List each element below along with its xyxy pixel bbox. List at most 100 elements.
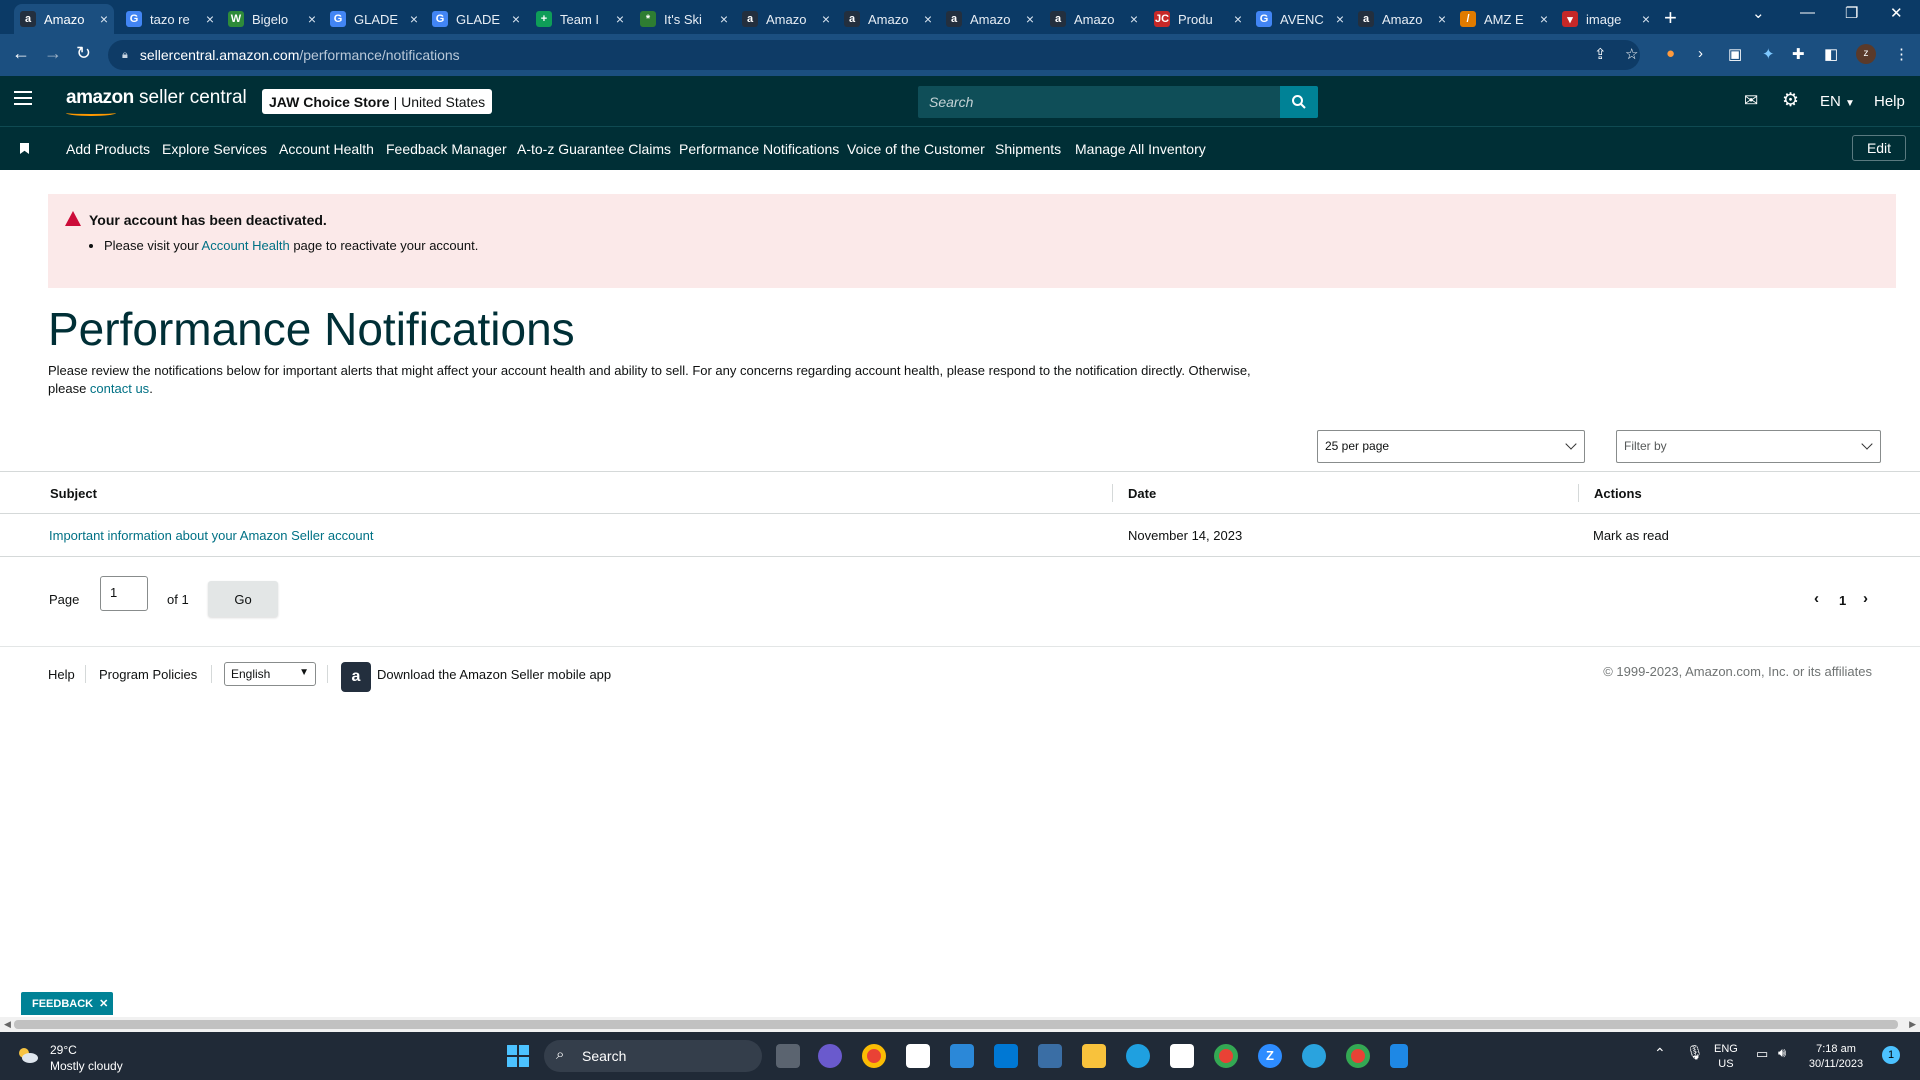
footer-help-link[interactable]: Help <box>48 667 75 682</box>
close-tab-icon[interactable]: × <box>1438 11 1446 27</box>
header-date[interactable]: Date <box>1128 486 1156 501</box>
current-page[interactable]: 1 <box>1839 593 1846 608</box>
extension-icon[interactable]: ✦ <box>1762 45 1775 63</box>
taskbar-search[interactable]: ⌕ Search <box>544 1040 762 1072</box>
language-indicator[interactable]: ENG US <box>1714 1042 1738 1072</box>
browser-tab[interactable]: a Amazo × <box>1044 4 1144 34</box>
chrome-icon[interactable] <box>1346 1044 1370 1068</box>
tab-search-icon[interactable]: ⌄ <box>1752 4 1765 22</box>
zoom-icon[interactable]: Z <box>1258 1044 1282 1068</box>
clock[interactable]: 7:18 am 30/11/2023 <box>1806 1042 1866 1072</box>
profile-avatar[interactable]: z <box>1856 44 1876 64</box>
close-tab-icon[interactable]: × <box>1026 11 1034 27</box>
store-icon[interactable] <box>950 1044 974 1068</box>
account-health-link[interactable]: Account Health <box>202 238 290 253</box>
new-tab-button[interactable]: + <box>1664 5 1677 31</box>
seller-app-icon[interactable]: a <box>341 662 371 692</box>
scrollbar-thumb[interactable] <box>14 1020 1898 1029</box>
browser-tab[interactable]: + Team I × <box>530 4 630 34</box>
nav-voice-of-customer[interactable]: Voice of the Customer <box>847 141 985 157</box>
close-tab-icon[interactable]: × <box>206 11 214 27</box>
nav-shipments[interactable]: Shipments <box>995 141 1061 157</box>
volume-icon[interactable]: 🔊︎ <box>1778 1045 1786 1060</box>
nav-explore-services[interactable]: Explore Services <box>162 141 267 157</box>
windows-start-icon[interactable] <box>506 1044 530 1068</box>
header-subject[interactable]: Subject <box>50 486 97 501</box>
close-tab-icon[interactable]: × <box>924 11 932 27</box>
hamburger-menu-icon[interactable] <box>14 91 32 109</box>
edit-nav-button[interactable]: Edit <box>1852 135 1906 161</box>
network-icon[interactable]: ▭ <box>1756 1046 1768 1061</box>
close-tab-icon[interactable]: × <box>512 11 520 27</box>
browser-tab[interactable]: G GLADE × <box>426 4 526 34</box>
telegram-icon[interactable] <box>1302 1044 1326 1068</box>
browser-tab[interactable]: G GLADE × <box>324 4 424 34</box>
browser-menu-icon[interactable]: ⋮ <box>1894 45 1909 63</box>
nav-manage-inventory[interactable]: Manage All Inventory <box>1075 141 1206 157</box>
reload-icon[interactable]: ↻ <box>76 43 91 64</box>
nav-account-health[interactable]: Account Health <box>279 141 374 157</box>
footer-language-select[interactable]: English ▼ <box>224 662 316 686</box>
edge-icon[interactable] <box>1126 1044 1150 1068</box>
prev-page-icon[interactable]: ‹ <box>1814 590 1819 607</box>
nav-feedback-manager[interactable]: Feedback Manager <box>386 141 507 157</box>
microphone-icon[interactable]: 🎙︎ <box>1686 1045 1704 1060</box>
restore-button[interactable]: ❐ <box>1845 4 1858 22</box>
teams-chat-icon[interactable] <box>818 1044 842 1068</box>
share-icon[interactable]: ⇪ <box>1594 45 1607 63</box>
mark-as-read-link[interactable]: Mark as read <box>1593 528 1669 543</box>
scroll-left-icon[interactable]: ◀ <box>4 1019 11 1030</box>
close-tab-icon[interactable]: × <box>1336 11 1344 27</box>
close-tab-icon[interactable]: × <box>1130 11 1138 27</box>
nav-add-products[interactable]: Add Products <box>66 141 150 157</box>
scroll-right-icon[interactable]: ▶ <box>1909 1019 1916 1030</box>
seller-central-logo[interactable]: amazon seller central <box>66 87 247 116</box>
contact-us-link[interactable]: contact us <box>90 381 149 396</box>
app-icon[interactable] <box>1170 1044 1194 1068</box>
feedback-button[interactable]: FEEDBACK ✕ <box>21 992 113 1015</box>
browser-tab[interactable]: / AMZ E × <box>1454 4 1554 34</box>
close-tab-icon[interactable]: × <box>720 11 728 27</box>
program-policies-link[interactable]: Program Policies <box>99 667 197 682</box>
extensions-puzzle-icon[interactable]: ✚ <box>1792 45 1805 63</box>
browser-tab[interactable]: JC Produ × <box>1148 4 1248 34</box>
task-view-icon[interactable] <box>776 1044 800 1068</box>
browser-tab[interactable]: a Amazo × <box>940 4 1040 34</box>
extension-icon[interactable]: ● <box>1666 45 1675 62</box>
go-button[interactable]: Go <box>208 581 278 617</box>
extension-icon[interactable]: ▣ <box>1728 45 1742 63</box>
close-tab-icon[interactable]: × <box>616 11 624 27</box>
close-tab-icon[interactable]: × <box>822 11 830 27</box>
close-tab-icon[interactable]: × <box>1540 11 1548 27</box>
close-tab-icon[interactable]: × <box>308 11 316 27</box>
side-panel-icon[interactable]: ◧ <box>1824 45 1838 63</box>
minimize-button[interactable]: — <box>1800 4 1815 21</box>
browser-tab[interactable]: a Amazo × <box>838 4 938 34</box>
back-icon[interactable]: ← <box>12 43 30 64</box>
address-bar[interactable]: 🔒︎ sellercentral.amazon.com/performance/… <box>108 40 1640 70</box>
search-input[interactable]: Search <box>918 86 1280 118</box>
nav-performance-notifications[interactable]: Performance Notifications <box>679 141 839 157</box>
language-selector[interactable]: EN ▼ <box>1820 93 1855 110</box>
show-hidden-icons[interactable]: ⌃ <box>1654 1046 1666 1061</box>
close-tab-icon[interactable]: × <box>100 11 108 27</box>
filter-select[interactable]: Filter by <box>1616 430 1881 463</box>
close-tab-icon[interactable]: × <box>1234 11 1242 27</box>
close-tab-icon[interactable]: × <box>410 11 418 27</box>
search-button[interactable] <box>1280 86 1318 118</box>
browser-tab[interactable]: a Amazo × <box>736 4 836 34</box>
close-window-button[interactable]: ✕ <box>1890 4 1903 22</box>
store-selector[interactable]: JAW Choice Store | United States <box>262 89 493 114</box>
nav-a-to-z-claims[interactable]: A-to-z Guarantee Claims <box>517 141 671 157</box>
next-page-icon[interactable]: › <box>1863 590 1868 607</box>
notification-subject-link[interactable]: Important information about your Amazon … <box>49 528 373 543</box>
browser-tab[interactable]: ▾ image × <box>1556 4 1656 34</box>
browser-tab[interactable]: Gtazo re × <box>120 4 220 34</box>
mail-icon[interactable]: ✉ <box>1744 91 1758 111</box>
per-page-select[interactable]: 25 per page <box>1317 430 1585 463</box>
file-explorer-icon[interactable] <box>1082 1044 1106 1068</box>
app-icon[interactable] <box>906 1044 930 1068</box>
browser-tab[interactable]: G AVENC × <box>1250 4 1350 34</box>
browser-tab[interactable]: a Amazo × <box>14 4 114 34</box>
page-number-input[interactable]: 1 <box>100 576 148 611</box>
